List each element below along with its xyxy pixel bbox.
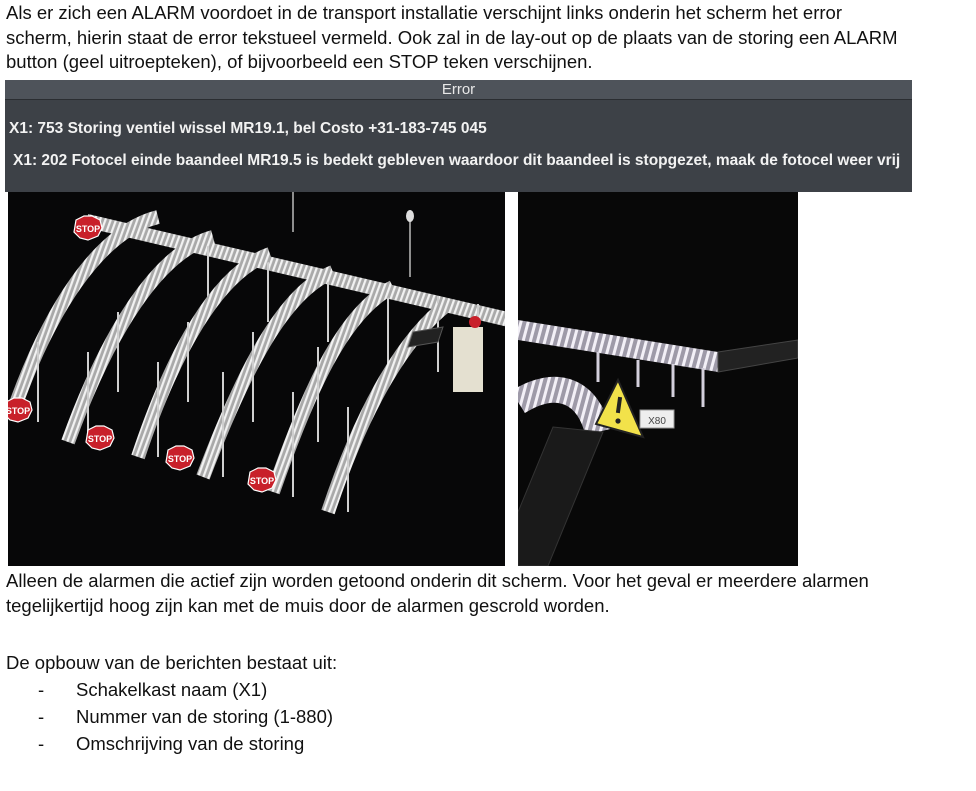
stop-sign-icon[interactable]: STOP [85, 425, 115, 451]
stop-sign-label: STOP [250, 476, 274, 486]
stop-sign-icon[interactable]: STOP [8, 397, 33, 423]
stop-sign-label: STOP [88, 434, 112, 444]
alarm-detail-photo: X80 [518, 192, 798, 566]
error-line[interactable]: X1: 202 Fotocel einde baandeel MR19.5 is… [13, 152, 900, 170]
intro-paragraph: Als er zich een ALARM voordoet in de tra… [6, 2, 898, 72]
stop-sign-label: STOP [76, 224, 100, 234]
stop-sign-icon[interactable]: STOP [73, 215, 103, 241]
list-item: - Nummer van de storing (1-880) [38, 706, 334, 727]
list-item: - Omschrijving van de storing [38, 733, 305, 754]
error-line[interactable]: X1: 753 Storing ventiel wissel MR19.1, b… [9, 120, 487, 138]
alarm-scroll-paragraph: Alleen de alarmen die actief zijn worden… [6, 570, 869, 616]
structure-intro: De opbouw van de berichten bestaat uit: [6, 652, 338, 673]
conveyor-layout-photo: STOP STOP STOP STOP STOP [8, 192, 505, 566]
error-panel-screenshot: Error X1: 753 Storing ventiel wissel MR1… [5, 80, 912, 192]
list-item-text: Omschrijving van de storing [76, 733, 305, 754]
x80-label: X80 [648, 416, 666, 427]
list-item-text: Schakelkast naam (X1) [76, 679, 268, 700]
stop-sign-label: STOP [168, 454, 192, 464]
error-title: Error [441, 81, 476, 98]
list-item: - Schakelkast naam (X1) [38, 679, 268, 700]
list-item-text: Nummer van de storing (1-880) [76, 706, 334, 727]
error-title-bar: Error [5, 80, 912, 100]
stop-sign-label: STOP [8, 406, 30, 416]
structure-list: - Schakelkast naam (X1) - Nummer van de st… [38, 676, 333, 757]
stop-sign-icon[interactable]: STOP [165, 445, 195, 471]
stop-sign-icon[interactable]: STOP [247, 467, 277, 493]
